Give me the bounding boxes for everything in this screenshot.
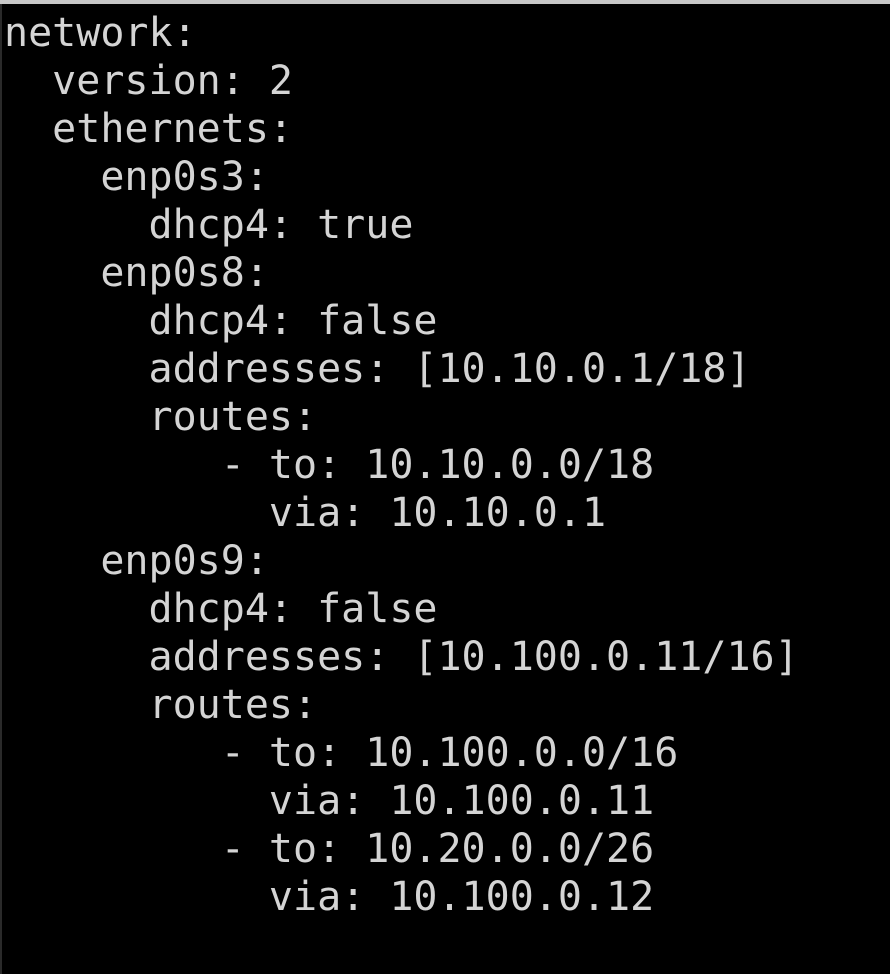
- terminal-line: routes:: [4, 682, 318, 728]
- terminal-line: - to: 10.20.0.0/26: [4, 826, 655, 872]
- terminal-line: routes:: [4, 394, 318, 440]
- terminal-line: - to: 10.10.0.0/18: [4, 442, 655, 488]
- terminal-line: enp0s8:: [4, 250, 269, 296]
- window-left-border: [0, 4, 2, 974]
- terminal-line: addresses: [10.10.0.1/18]: [4, 346, 751, 392]
- terminal-line: via: 10.10.0.1: [4, 490, 607, 536]
- terminal-line: dhcp4: false: [4, 586, 438, 632]
- terminal-output[interactable]: network: version: 2 ethernets: enp0s3: d…: [4, 9, 799, 921]
- terminal-line: version: 2: [4, 58, 293, 104]
- terminal-line: via: 10.100.0.12: [4, 874, 655, 920]
- terminal-line: dhcp4: true: [4, 202, 414, 248]
- terminal-line: addresses: [10.100.0.11/16]: [4, 634, 799, 680]
- terminal-line: via: 10.100.0.11: [4, 778, 655, 824]
- terminal-line: enp0s3:: [4, 154, 269, 200]
- terminal-line: dhcp4: false: [4, 298, 438, 344]
- terminal-line: - to: 10.100.0.0/16: [4, 730, 679, 776]
- terminal-line: enp0s9:: [4, 538, 269, 584]
- window-top-border: [0, 0, 890, 4]
- terminal-line: network:: [4, 10, 197, 56]
- terminal-line: ethernets:: [4, 106, 293, 152]
